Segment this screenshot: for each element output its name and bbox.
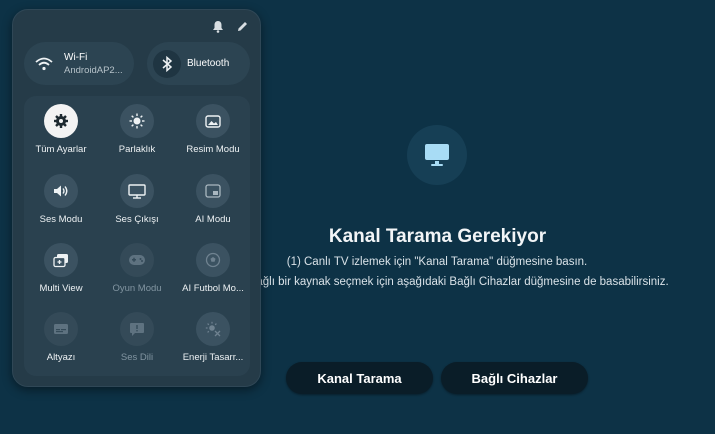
speech-bubble-icon — [120, 312, 154, 346]
tile-label: Enerji Tasarr... — [182, 352, 244, 363]
edit-icon[interactable] — [235, 19, 249, 33]
tile-brightness[interactable]: Parlaklık — [97, 104, 177, 155]
wifi-toggle[interactable]: Wi-Fi AndroidAP2... — [24, 42, 134, 85]
tile-label: Parlaklık — [118, 144, 156, 155]
subtitle-icon — [44, 312, 78, 346]
tile-label: Multi View — [39, 283, 83, 294]
tile-label: Altyazı — [46, 352, 76, 363]
monitor-icon — [120, 174, 154, 208]
instruction-line-2: bağlı bir kaynak seçmek için aşağıdaki B… — [250, 276, 669, 288]
multi-view-icon — [44, 243, 78, 277]
tile-sound-output[interactable]: Ses Çıkışı — [97, 174, 177, 225]
tile-all-settings[interactable]: Tüm Ayarlar — [21, 104, 101, 155]
bluetooth-icon — [153, 49, 181, 78]
gamepad-icon — [120, 243, 154, 277]
wifi-icon — [30, 50, 58, 78]
tile-ai-football-mode[interactable]: AI Futbol Mo... — [173, 243, 253, 294]
channel-scan-button[interactable]: Kanal Tarama — [286, 362, 433, 394]
tile-label: Ses Çıkışı — [115, 214, 159, 225]
connected-devices-button[interactable]: Bağlı Cihazlar — [441, 362, 588, 394]
wifi-network-name: AndroidAP2... — [64, 64, 123, 76]
tile-sound-mode[interactable]: Ses Modu — [21, 174, 101, 225]
tile-label: Ses Modu — [39, 214, 83, 225]
speaker-icon — [44, 174, 78, 208]
tile-energy-saving[interactable]: Enerji Tasarr... — [173, 312, 253, 363]
quick-settings-panel: Wi-Fi AndroidAP2... Bluetooth Tüm Ayarla… — [12, 9, 261, 387]
tile-game-mode[interactable]: Oyun Modu — [97, 243, 177, 294]
tile-label: AI Futbol Mo... — [182, 283, 244, 294]
bluetooth-label: Bluetooth — [187, 58, 230, 69]
tv-icon — [407, 125, 467, 185]
bell-icon[interactable] — [211, 19, 225, 33]
tile-multi-view[interactable]: Multi View — [21, 243, 101, 294]
tile-label: Ses Dili — [120, 352, 154, 363]
tile-label: Oyun Modu — [112, 283, 162, 294]
brightness-icon — [120, 104, 154, 138]
football-icon — [196, 243, 230, 277]
gear-icon — [44, 104, 78, 138]
bluetooth-toggle[interactable]: Bluetooth — [147, 42, 250, 85]
instruction-line-1: (1) Canlı TV izlemek için "Kanal Tarama"… — [286, 256, 588, 268]
energy-saving-icon — [196, 312, 230, 346]
tile-subtitles[interactable]: Altyazı — [21, 312, 101, 363]
picture-icon — [196, 104, 230, 138]
tile-ai-mode[interactable]: AI Modu — [173, 174, 253, 225]
tile-label: AI Modu — [195, 214, 231, 225]
wifi-label: Wi-Fi — [64, 51, 88, 63]
tile-picture-mode[interactable]: Resim Modu — [173, 104, 253, 155]
ai-picture-icon — [196, 174, 230, 208]
page-title: Kanal Tarama Gerekiyor — [328, 226, 547, 247]
tile-audio-language[interactable]: Ses Dili — [97, 312, 177, 363]
tile-label: Resim Modu — [186, 144, 240, 155]
tile-label: Tüm Ayarlar — [35, 144, 87, 155]
quick-settings-grid: Tüm Ayarlar Parlaklık Resim Modu Ses Mod… — [24, 96, 250, 376]
